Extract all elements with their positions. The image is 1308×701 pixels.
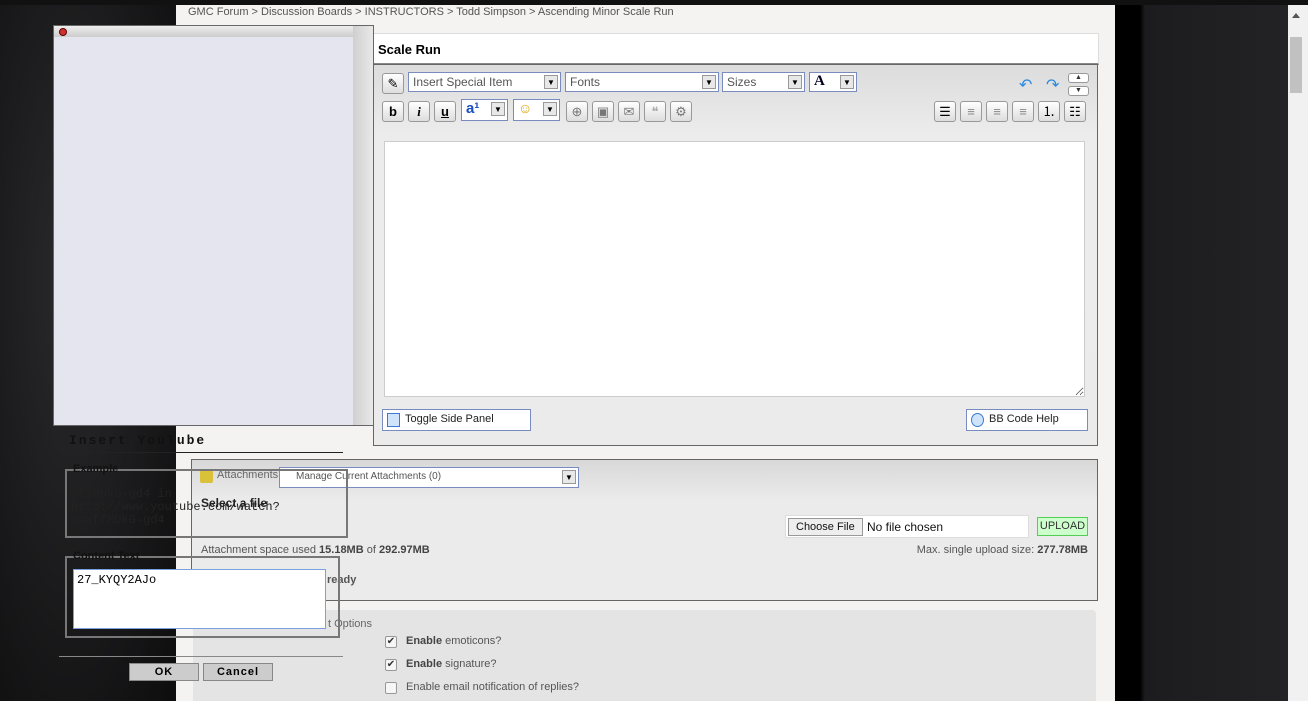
font-style-select[interactable]: a¹ ▼	[461, 99, 508, 121]
fonts-select[interactable]: Fonts ▼	[565, 72, 719, 92]
popup-titlebar[interactable]	[54, 26, 373, 37]
bold-button[interactable]: b	[382, 101, 404, 122]
chevron-down-icon: ▼	[788, 75, 802, 89]
page-background-right	[1115, 0, 1288, 701]
info-icon	[971, 413, 984, 427]
expand-up-icon[interactable]: ▲	[1068, 73, 1089, 83]
chevron-down-icon: ▼	[702, 75, 716, 89]
chevron-down-icon: ▼	[840, 75, 854, 89]
popup-side-panel	[353, 26, 373, 425]
smiley-select[interactable]: ☺ ▼	[513, 99, 560, 121]
space-used-label: Attachment space used	[201, 544, 316, 556]
email-notification-checkbox[interactable]	[385, 682, 397, 694]
underline-button[interactable]: u	[434, 101, 456, 122]
toggle-side-panel-button[interactable]: Toggle Side Panel	[382, 409, 531, 431]
option-bold: Enable	[406, 635, 443, 647]
scroll-thumb[interactable]	[1290, 37, 1302, 93]
no-file-chosen-text: No file chosen	[867, 520, 944, 534]
post-title: Scale Run	[373, 33, 1099, 65]
select-label: Sizes	[727, 75, 757, 89]
indent-icon[interactable]: ☰	[934, 101, 956, 122]
select-label: Insert Special Item	[413, 75, 513, 89]
expand-down-icon[interactable]: ▼	[1068, 86, 1089, 96]
button-label: Toggle Side Panel	[405, 413, 494, 425]
close-icon[interactable]	[59, 28, 67, 36]
file-input[interactable]: Choose File No file chosen	[785, 515, 1029, 538]
space-used-value: 15.18MB	[319, 544, 364, 556]
ok-button[interactable]: OK	[129, 663, 199, 681]
align-left-icon[interactable]: ≡	[960, 101, 982, 122]
enable-signature-checkbox[interactable]: ✔	[385, 659, 397, 671]
ordered-list-icon[interactable]: ⒈	[1038, 101, 1060, 122]
insert-image-icon[interactable]: ▣	[592, 101, 614, 122]
insert-link-icon[interactable]: ⊕	[566, 101, 588, 122]
cancel-button[interactable]: Cancel	[203, 663, 273, 681]
content-text-legend: Content Text	[73, 550, 140, 562]
upload-button[interactable]: UPLOAD	[1037, 517, 1088, 536]
option-label: signature?	[442, 658, 497, 670]
redo-icon[interactable]: ↷	[1046, 75, 1059, 95]
insert-email-icon[interactable]: ✉	[618, 101, 640, 122]
option-label: Enable email notification of replies?	[406, 681, 580, 693]
unordered-list-icon[interactable]: ☷	[1064, 101, 1086, 122]
insert-special-item-select[interactable]: Insert Special Item ▼	[408, 72, 561, 92]
enable-emoticons-checkbox[interactable]: ✔	[385, 636, 397, 648]
message-textarea[interactable]	[384, 141, 1085, 397]
space-of: of	[366, 544, 376, 556]
smiley-icon: ☺	[518, 100, 533, 116]
option-label: emoticons?	[442, 635, 502, 647]
side-panel-icon	[387, 413, 400, 427]
max-upload-value: 277.78MB	[1037, 544, 1088, 556]
font-color-select[interactable]: A ▼	[809, 72, 857, 92]
choose-file-button[interactable]: Choose File	[788, 518, 863, 536]
divider	[59, 452, 343, 453]
chevron-down-icon: ▼	[544, 75, 558, 89]
code-icon[interactable]: ⚙	[670, 101, 692, 122]
example-legend: Example	[73, 463, 119, 475]
chevron-down-icon: ▼	[562, 470, 576, 484]
italic-button[interactable]: i	[408, 101, 430, 122]
option-bold: Enable	[406, 658, 443, 670]
sizes-select[interactable]: Sizes ▼	[722, 72, 805, 92]
select-label: Fonts	[570, 75, 601, 89]
bb-code-help-button[interactable]: BB Code Help	[966, 409, 1088, 431]
max-upload-label: Max. single upload size:	[916, 544, 1035, 556]
scroll-up-icon[interactable]	[1292, 13, 1300, 18]
youtube-dialog-title: Insert YouTube	[69, 433, 207, 448]
scrollbar[interactable]	[1288, 5, 1308, 701]
align-center-icon[interactable]: ≡	[986, 101, 1008, 122]
breadcrumb[interactable]: GMC Forum > Discussion Boards > INSTRUCT…	[188, 6, 674, 19]
popup-window	[53, 25, 374, 426]
remove-format-icon[interactable]: ✎	[382, 73, 404, 94]
youtube-content-input[interactable]	[73, 569, 326, 629]
chevron-down-icon: ▼	[491, 102, 505, 116]
quote-icon[interactable]: ❝	[644, 101, 666, 122]
space-total-value: 292.97MB	[378, 544, 430, 556]
align-right-icon[interactable]: ≡	[1012, 101, 1034, 122]
select-label: A	[814, 73, 825, 89]
chevron-down-icon: ▼	[543, 102, 557, 116]
undo-icon[interactable]: ↶	[1019, 75, 1032, 95]
font-style-icon: a¹	[466, 100, 480, 117]
divider	[59, 656, 343, 657]
button-label: BB Code Help	[989, 413, 1059, 425]
example-text: xffMUkG-gd4 in http://www.youtube.com/wa…	[71, 487, 280, 527]
